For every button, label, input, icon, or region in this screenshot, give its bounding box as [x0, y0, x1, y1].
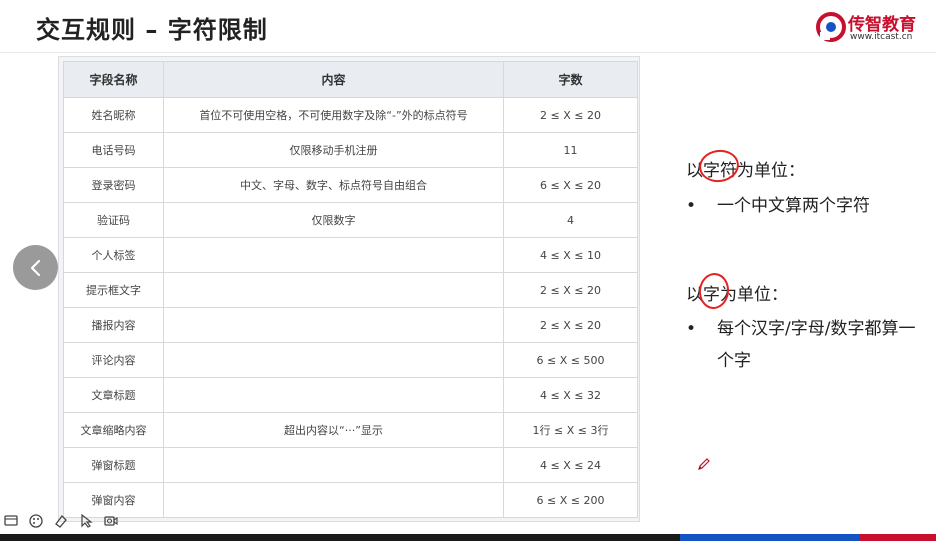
table-row: 评论内容 6 ≤ X ≤ 500	[63, 342, 638, 378]
bullet-dot: •	[686, 319, 697, 339]
cell-field: 个人标签	[63, 237, 164, 273]
table-header-row: 字段名称 内容 字数	[63, 61, 638, 98]
cell-content: 仅限数字	[163, 202, 504, 238]
cell-content	[163, 377, 504, 413]
logo-mark-icon	[816, 12, 846, 42]
cell-field: 姓名昵称	[63, 97, 164, 133]
cell-count: 4	[503, 202, 638, 238]
cell-content	[163, 272, 504, 308]
bullet-dot: •	[686, 196, 697, 216]
cell-count: 6 ≤ X ≤ 200	[503, 482, 638, 518]
title-divider	[0, 52, 936, 53]
rule2-bullet-line1: 每个汉字/字母/数字都算一	[717, 319, 916, 339]
cell-count: 6 ≤ X ≤ 500	[503, 342, 638, 378]
back-button[interactable]	[13, 245, 58, 290]
camera-icon	[104, 516, 118, 526]
cell-field: 验证码	[63, 202, 164, 238]
cell-content	[163, 342, 504, 378]
cell-field: 提示框文字	[63, 272, 164, 308]
cell-count: 2 ≤ X ≤ 20	[503, 272, 638, 308]
table-row: 电话号码 仅限移动手机注册 11	[63, 132, 638, 168]
pointer-icon	[81, 513, 93, 528]
pen-icon	[698, 458, 710, 470]
header-content: 内容	[163, 61, 504, 98]
header-field: 字段名称	[63, 61, 164, 98]
table-row: 验证码 仅限数字 4	[63, 202, 638, 238]
eraser-tool-button[interactable]	[52, 512, 70, 530]
cell-count: 11	[503, 132, 638, 168]
eraser-icon	[55, 515, 67, 528]
rule2-bullet-line2: 个字	[717, 351, 751, 371]
cell-count: 4 ≤ X ≤ 24	[503, 447, 638, 483]
cell-field: 评论内容	[63, 342, 164, 378]
presenter-toolbar	[2, 512, 120, 530]
cell-content: 仅限移动手机注册	[163, 132, 504, 168]
logo-url: www.itcast.cn	[850, 32, 913, 42]
cell-field: 文章标题	[63, 377, 164, 413]
cell-count: 2 ≤ X ≤ 20	[503, 97, 638, 133]
cell-count: 4 ≤ X ≤ 10	[503, 237, 638, 273]
cell-field: 登录密码	[63, 167, 164, 203]
table-row: 登录密码 中文、字母、数字、标点符号自由组合 6 ≤ X ≤ 20	[63, 167, 638, 203]
pointer-tool-button[interactable]	[77, 512, 95, 530]
table-row: 弹窗内容 6 ≤ X ≤ 200	[63, 482, 638, 518]
cell-content	[163, 307, 504, 343]
cell-count: 6 ≤ X ≤ 20	[503, 167, 638, 203]
table-row: 弹窗标题 4 ≤ X ≤ 24	[63, 447, 638, 483]
cell-content	[163, 482, 504, 518]
table-row: 文章缩略内容 超出内容以“···”显示 1行 ≤ X ≤ 3行	[63, 412, 638, 448]
chevron-left-icon	[30, 259, 40, 276]
table-row: 个人标签 4 ≤ X ≤ 10	[63, 237, 638, 273]
cell-count: 4 ≤ X ≤ 32	[503, 377, 638, 413]
cell-field: 文章缩略内容	[63, 412, 164, 448]
brand-logo: 传智教育 www.itcast.cn	[816, 10, 916, 46]
char-limit-table: 字段名称 内容 字数 姓名昵称 首位不可使用空格，不可使用数字及除“-”外的标点符…	[58, 56, 640, 522]
table-row: 姓名昵称 首位不可使用空格，不可使用数字及除“-”外的标点符号 2 ≤ X ≤ 20	[63, 97, 638, 133]
cell-content	[163, 447, 504, 483]
cell-content: 首位不可使用空格，不可使用数字及除“-”外的标点符号	[163, 97, 504, 133]
cell-field: 电话号码	[63, 132, 164, 168]
cell-field: 播报内容	[63, 307, 164, 343]
palette-tool-button[interactable]	[27, 512, 45, 530]
screen-icon	[4, 515, 18, 526]
table-row: 播报内容 2 ≤ X ≤ 20	[63, 307, 638, 343]
cell-content	[163, 237, 504, 273]
progress-bar	[0, 534, 936, 541]
cell-field: 弹窗标题	[63, 447, 164, 483]
cell-content: 中文、字母、数字、标点符号自由组合	[163, 167, 504, 203]
rule1-bullet-text: 一个中文算两个字符	[717, 196, 870, 216]
palette-icon	[29, 514, 43, 528]
progress-segment	[0, 534, 680, 541]
cell-count: 1行 ≤ X ≤ 3行	[503, 412, 638, 448]
table-row: 提示框文字 2 ≤ X ≤ 20	[63, 272, 638, 308]
progress-accent	[860, 534, 936, 541]
screen-tool-button[interactable]	[2, 512, 20, 530]
header-count: 字数	[503, 61, 638, 98]
camera-tool-button[interactable]	[102, 512, 120, 530]
cell-count: 2 ≤ X ≤ 20	[503, 307, 638, 343]
table-row: 文章标题 4 ≤ X ≤ 32	[63, 377, 638, 413]
slide-title: 交互规则 – 字符限制	[36, 16, 268, 44]
cell-content: 超出内容以“···”显示	[163, 412, 504, 448]
